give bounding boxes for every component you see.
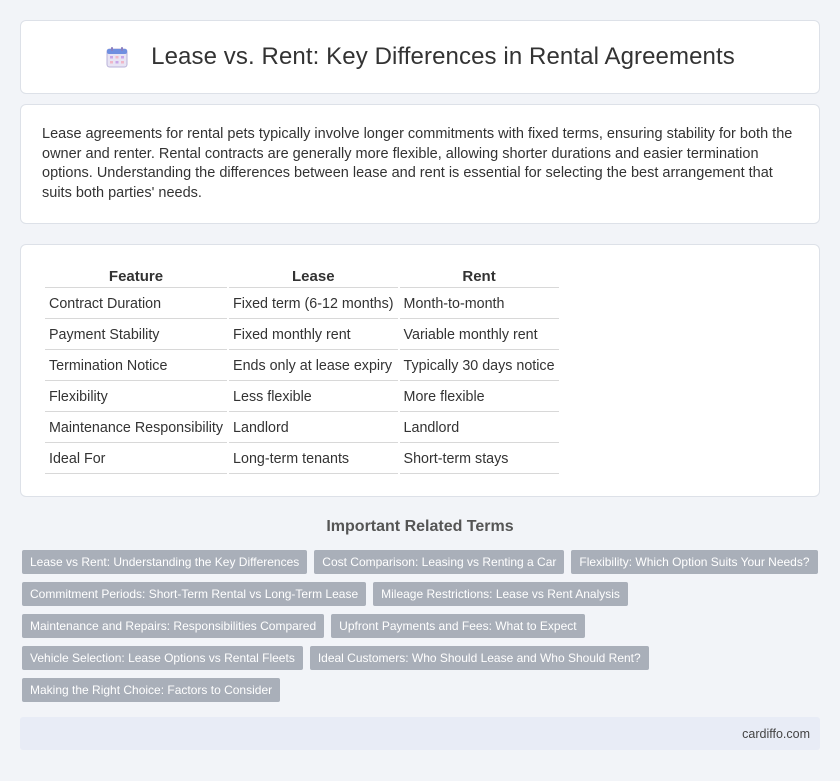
table-cell: Termination Notice <box>45 350 228 381</box>
table-cell: Landlord <box>229 412 398 443</box>
table-cell: Contract Duration <box>45 288 228 319</box>
column-header-rent: Rent <box>399 265 559 288</box>
table-cell: Month-to-month <box>399 288 559 319</box>
table-cell: Short-term stays <box>399 443 559 474</box>
table-row: Ideal For Long-term tenants Short-term s… <box>45 443 559 474</box>
intro-paragraph: Lease agreements for rental pets typical… <box>42 126 793 201</box>
related-term-tag[interactable]: Flexibility: Which Option Suits Your Nee… <box>571 550 818 574</box>
related-terms-list: Lease vs Rent: Understanding the Key Dif… <box>22 550 822 702</box>
related-term-tag[interactable]: Mileage Restrictions: Lease vs Rent Anal… <box>373 582 628 606</box>
related-terms-heading: Important Related Terms <box>326 518 514 535</box>
header-card: Lease vs. Rent: Key Differences in Renta… <box>20 20 820 94</box>
table-cell: Fixed monthly rent <box>229 319 398 350</box>
table-cell: Variable monthly rent <box>399 319 559 350</box>
related-term-tag[interactable]: Lease vs Rent: Understanding the Key Dif… <box>22 550 308 574</box>
table-row: Maintenance Responsibility Landlord Land… <box>45 412 559 443</box>
related-term-tag[interactable]: Maintenance and Repairs: Responsibilitie… <box>22 614 325 638</box>
table-cell: Fixed term (6-12 months) <box>229 288 398 319</box>
related-term-tag[interactable]: Making the Right Choice: Factors to Cons… <box>22 678 281 702</box>
table-cell: Ideal For <box>45 443 228 474</box>
table-cell: Maintenance Responsibility <box>45 412 228 443</box>
footer: cardiffo.com <box>20 717 820 750</box>
related-term-tag[interactable]: Vehicle Selection: Lease Options vs Rent… <box>22 646 303 670</box>
table-row: Payment Stability Fixed monthly rent Var… <box>45 319 559 350</box>
table-cell: Payment Stability <box>45 319 228 350</box>
related-term-tag[interactable]: Commitment Periods: Short-Term Rental vs… <box>22 582 367 606</box>
calendar-icon <box>106 47 128 68</box>
comparison-table: Feature Lease Rent Contract Duration Fix… <box>43 265 561 474</box>
table-cell: Typically 30 days notice <box>399 350 559 381</box>
page-title: Lease vs. Rent: Key Differences in Renta… <box>151 43 735 70</box>
related-term-tag[interactable]: Upfront Payments and Fees: What to Expec… <box>331 614 585 638</box>
table-row: Contract Duration Fixed term (6-12 month… <box>45 288 559 319</box>
column-header-feature: Feature <box>45 265 228 288</box>
intro-card: Lease agreements for rental pets typical… <box>20 104 820 224</box>
table-row: Termination Notice Ends only at lease ex… <box>45 350 559 381</box>
table-cell: Less flexible <box>229 381 398 412</box>
table-cell: Long-term tenants <box>229 443 398 474</box>
table-cell: More flexible <box>399 381 559 412</box>
table-cell: Flexibility <box>45 381 228 412</box>
table-cell: Landlord <box>399 412 559 443</box>
column-header-lease: Lease <box>229 265 398 288</box>
title-wrap: Lease vs. Rent: Key Differences in Renta… <box>105 43 735 71</box>
table-header-row: Feature Lease Rent <box>45 265 559 288</box>
table-cell: Ends only at lease expiry <box>229 350 398 381</box>
footer-site-link[interactable]: cardiffo.com <box>742 727 810 741</box>
table-row: Flexibility Less flexible More flexible <box>45 381 559 412</box>
related-term-tag[interactable]: Cost Comparison: Leasing vs Renting a Ca… <box>314 550 565 574</box>
table-card: Feature Lease Rent Contract Duration Fix… <box>20 244 820 497</box>
related-term-tag[interactable]: Ideal Customers: Who Should Lease and Wh… <box>309 646 649 670</box>
